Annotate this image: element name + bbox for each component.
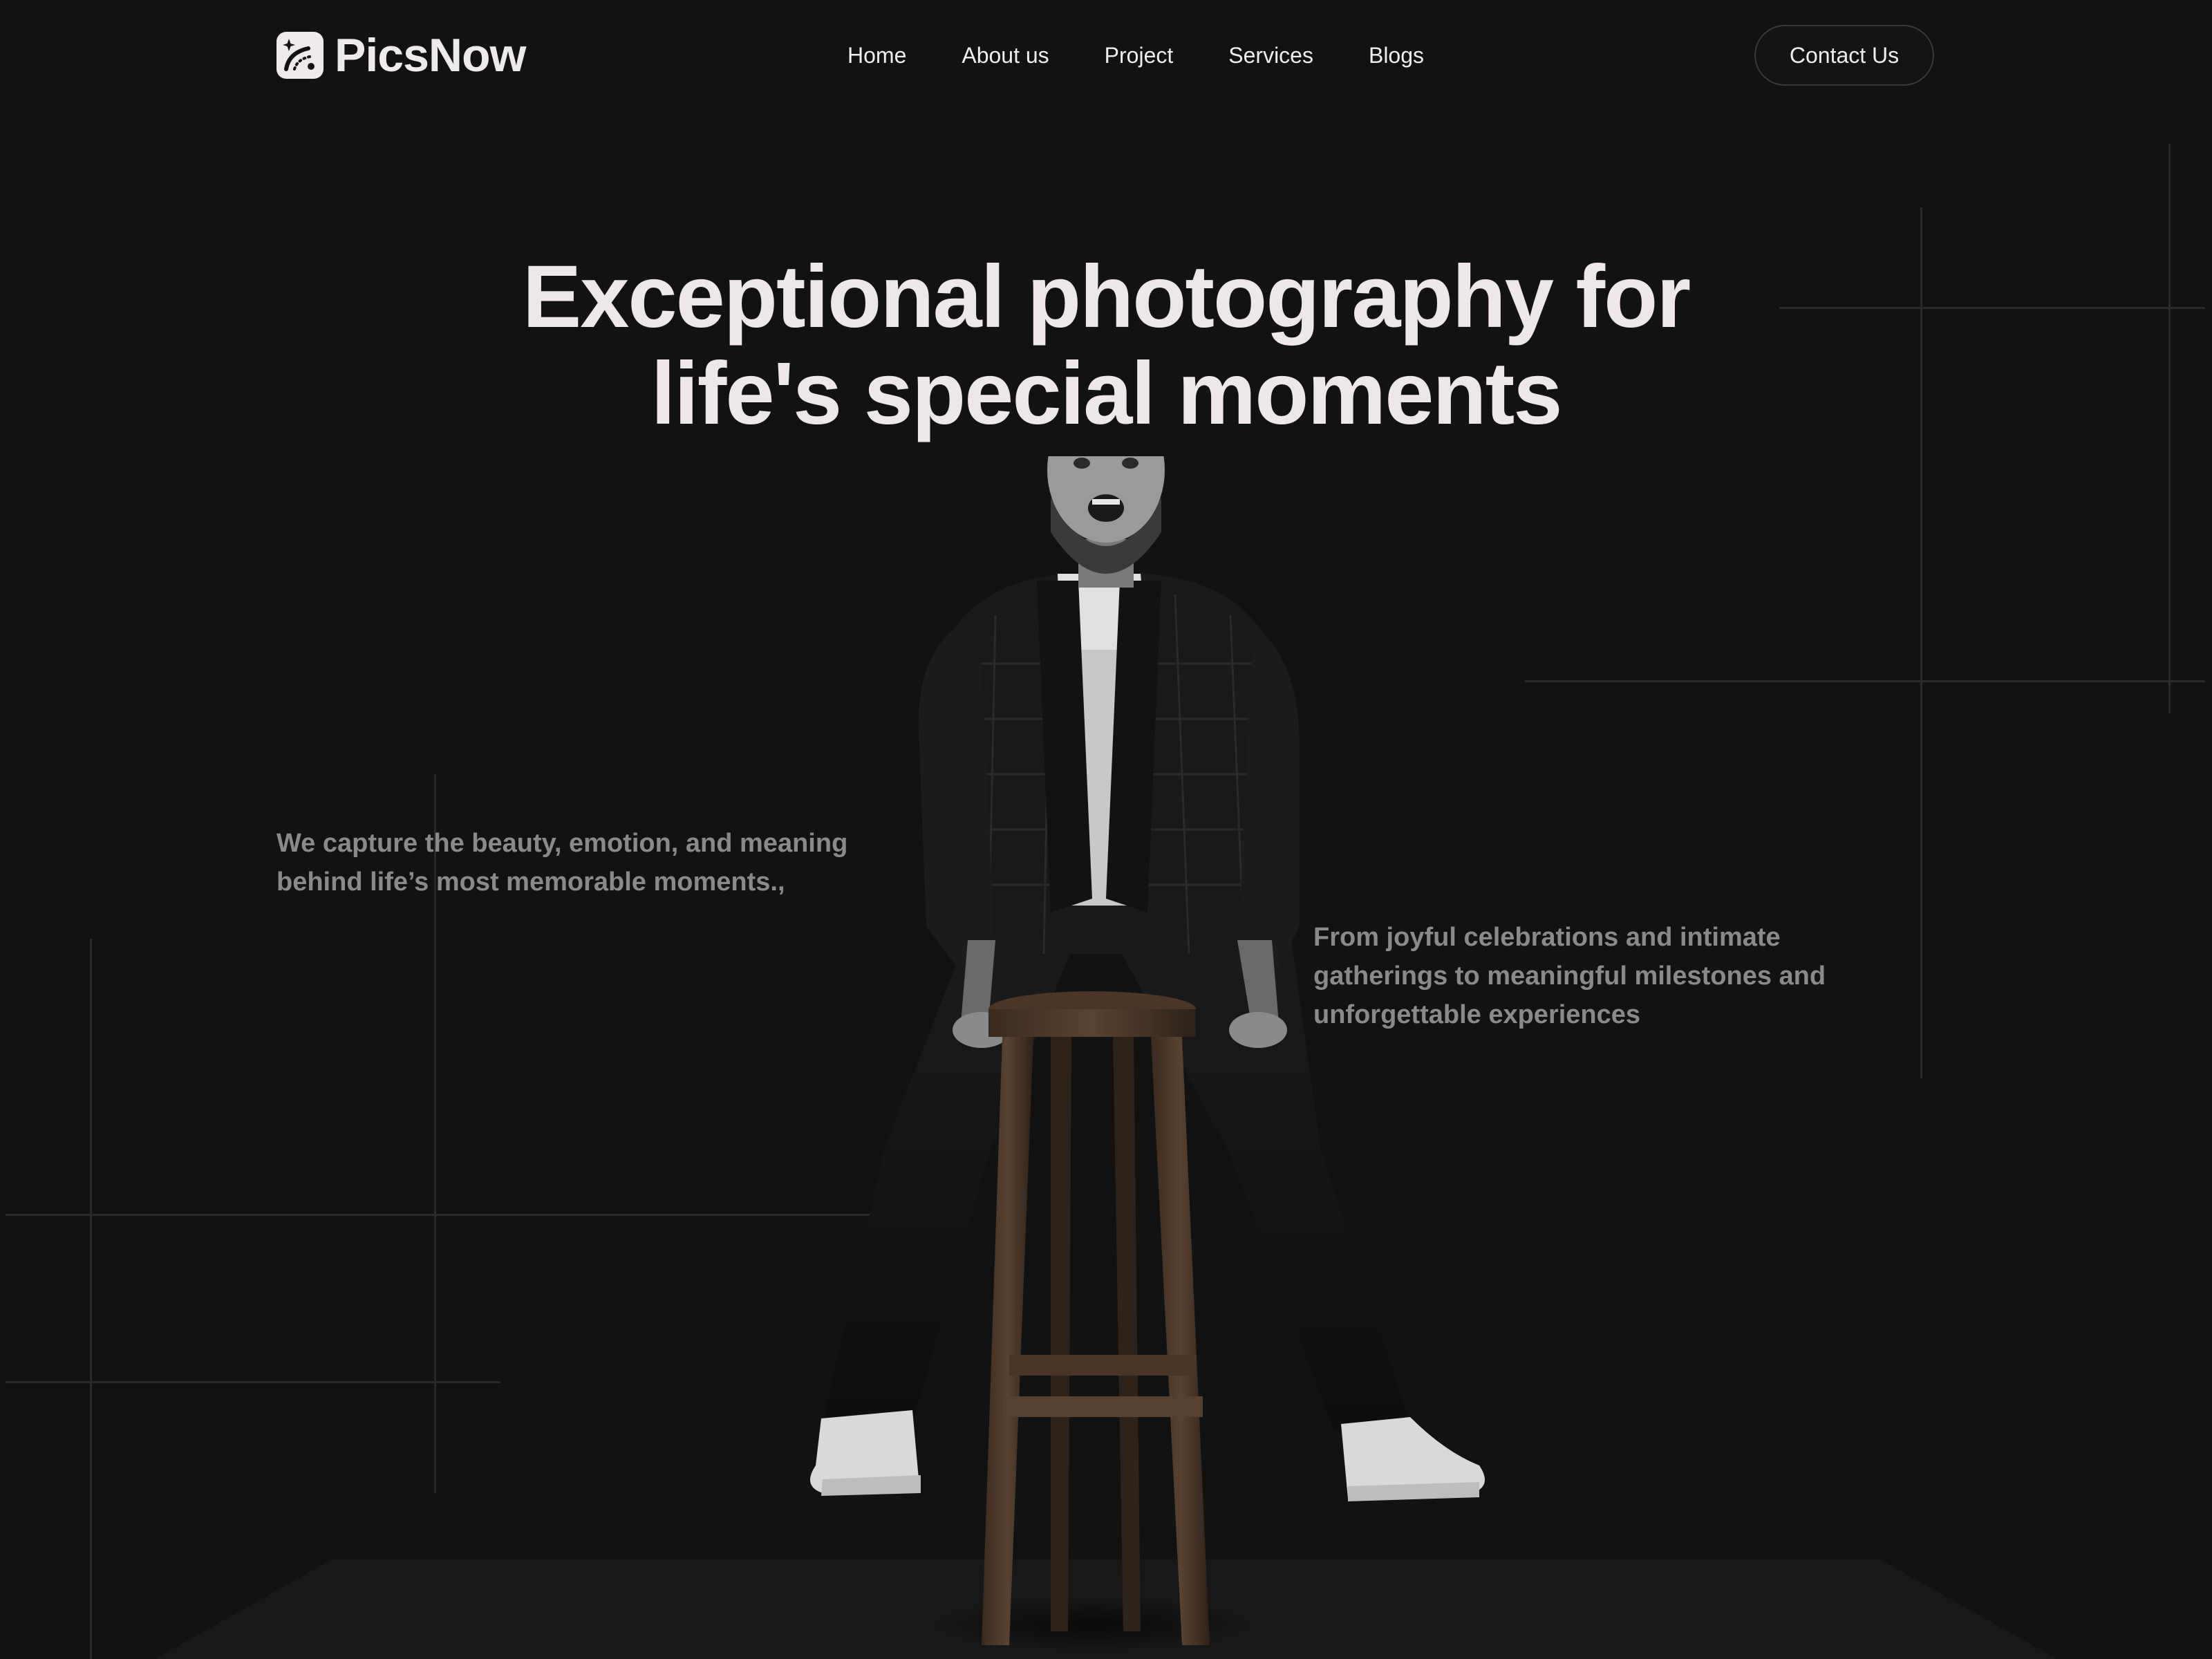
nav-about-us[interactable]: About us (962, 39, 1049, 72)
nav-blogs[interactable]: Blogs (1369, 39, 1424, 72)
nav-project[interactable]: Project (1105, 39, 1174, 72)
hero-title-line-1: Exceptional photography for (522, 247, 1691, 346)
hero-title: Exceptional photography for life's speci… (415, 249, 1797, 442)
brand-logo[interactable]: PicsNow (276, 29, 526, 82)
hero-blurb-right: From joyful celebrations and intimate ga… (1313, 923, 1826, 1029)
nav-home[interactable]: Home (847, 39, 906, 72)
grid-line (1525, 680, 2205, 682)
grid-line (1920, 207, 1922, 1078)
contact-us-button[interactable]: Contact Us (1754, 25, 1934, 86)
hero-title-line-2: life's special moments (650, 344, 1563, 443)
grid-line (90, 939, 92, 1659)
nav-services[interactable]: Services (1228, 39, 1313, 72)
grid-line (1779, 307, 2205, 309)
brand-name: PicsNow (335, 29, 526, 82)
landing-page: PicsNow Home About us Project Services B… (0, 0, 2212, 1659)
camera-spark-icon (276, 32, 324, 79)
main-nav: Home About us Project Services Blogs (847, 39, 1424, 72)
grid-line (6, 1381, 500, 1383)
grid-line (2168, 144, 2171, 713)
hero-photo (810, 456, 1485, 1652)
hero-blurb-left: We capture the beauty, emotion, and mean… (276, 829, 848, 897)
